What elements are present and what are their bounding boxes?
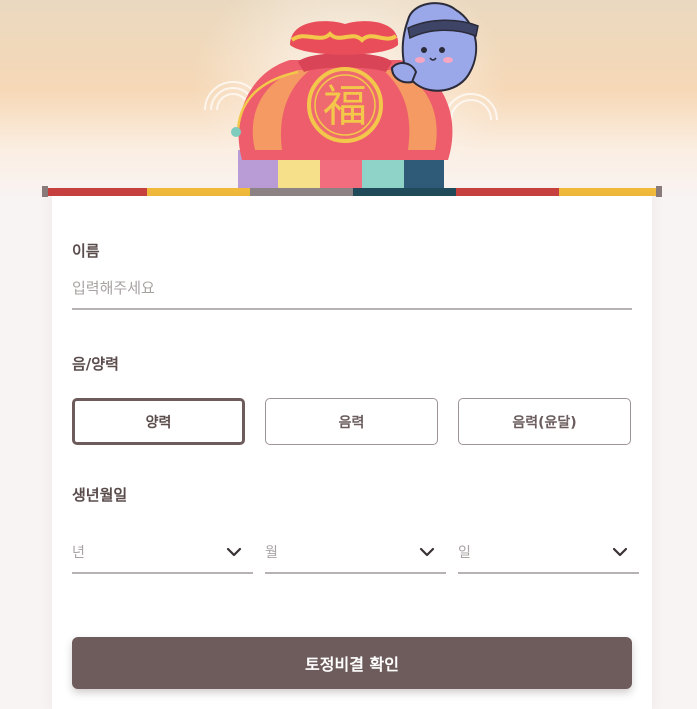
day-select[interactable]: 일 xyxy=(458,532,639,574)
birthdate-label: 생년월일 xyxy=(72,486,128,504)
day-select-placeholder: 일 xyxy=(458,545,471,561)
band-segment xyxy=(559,188,662,196)
hero-banner: 福 xyxy=(0,0,697,200)
year-select[interactable]: 년 xyxy=(72,532,253,574)
lunar-option-button[interactable]: 음력 xyxy=(265,398,438,445)
band-end-cap xyxy=(656,186,662,197)
band-segment xyxy=(456,188,559,196)
band-end-cap xyxy=(42,186,48,197)
solar-option-button[interactable]: 양력 xyxy=(72,398,245,445)
band-segment xyxy=(44,188,147,196)
name-input[interactable] xyxy=(72,268,632,310)
decorative-color-band xyxy=(44,188,662,196)
lucky-bag-illustration: 福 xyxy=(204,2,498,192)
band-segment xyxy=(250,188,353,196)
month-select-placeholder: 월 xyxy=(265,545,278,561)
chevron-down-icon xyxy=(419,547,435,557)
band-segment xyxy=(353,188,456,196)
name-label: 이름 xyxy=(72,242,100,260)
band-segment xyxy=(147,188,250,196)
year-select-placeholder: 년 xyxy=(72,545,85,561)
emblem-char: 福 xyxy=(323,81,367,132)
fortune-submit-button[interactable]: 토정비결 확인 xyxy=(72,637,632,689)
calendar-type-label: 음/양력 xyxy=(72,355,119,373)
chevron-down-icon xyxy=(612,547,628,557)
chevron-down-icon xyxy=(226,547,242,557)
lunar-leap-option-button[interactable]: 음력(윤달) xyxy=(458,398,631,445)
month-select[interactable]: 월 xyxy=(265,532,446,574)
fortune-form-card: 이름 음/양력 양력 음력 음력(윤달) 생년월일 년 월 일 토정비결 확인 xyxy=(52,196,652,709)
